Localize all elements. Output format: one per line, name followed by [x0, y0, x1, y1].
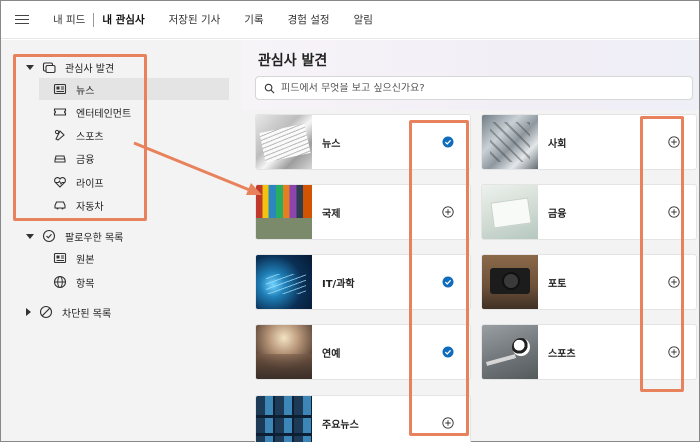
sidebar-group-label: 관심사 발견 [65, 63, 115, 75]
sidebar-item-sports[interactable]: 스포츠 [53, 124, 104, 146]
check-circle-icon [42, 229, 56, 243]
interest-card-news[interactable]: 뉴스 [255, 114, 471, 170]
top-navigation: 내 피드 내 관심사 저장된 기사 기록 경험 설정 알림 [1, 1, 699, 39]
followed-check-icon[interactable] [442, 136, 454, 148]
sidebar-item-news[interactable]: 뉴스 [39, 78, 229, 100]
sidebar-item-label: 금융 [76, 154, 95, 166]
ticket-icon [53, 105, 67, 119]
newspapers-thumbnail [256, 115, 312, 169]
interest-card-sports[interactable]: 스포츠 [481, 324, 697, 380]
interest-card-photo[interactable]: 포토 [481, 254, 697, 310]
sports-icon [53, 128, 67, 142]
sidebar-group-discover[interactable]: 관심사 발견 [26, 56, 114, 78]
interest-card-entertainment[interactable]: 연예 [255, 324, 471, 380]
card-label: 뉴스 [322, 138, 341, 150]
search-input[interactable] [281, 82, 661, 94]
interest-card-world[interactable]: 국제 [255, 184, 471, 240]
interest-card-finance[interactable]: 금융 [481, 184, 697, 240]
interest-card-top-news[interactable]: 주요뉴스 [255, 395, 471, 442]
main-panel: 관심사 발견 뉴스 국제 IT/과학 [241, 40, 699, 442]
add-circle-icon[interactable] [668, 346, 680, 358]
collapse-triangle-icon[interactable] [26, 233, 34, 239]
fiber-optics-thumbnail [256, 255, 312, 309]
interest-card-it-science[interactable]: IT/과학 [255, 254, 471, 310]
card-label: 연예 [322, 348, 341, 360]
sidebar-item-label: 스포츠 [76, 131, 104, 143]
card-label: IT/과학 [322, 278, 355, 290]
documents-thumbnail [482, 185, 538, 239]
add-circle-icon[interactable] [668, 276, 680, 288]
search-box[interactable] [255, 76, 693, 100]
sidebar-item-label: 뉴스 [76, 85, 95, 97]
car-finance-icon [53, 151, 67, 165]
tab-my-feed[interactable]: 내 피드 [41, 12, 97, 27]
heart-pulse-icon [53, 175, 67, 189]
sidebar-item-label: 원본 [76, 254, 95, 266]
sidebar-group-label: 차단된 목록 [62, 308, 112, 320]
add-circle-icon[interactable] [442, 206, 454, 218]
sidebar-group-label: 팔로우한 목록 [65, 232, 124, 244]
sidebar-item-finance[interactable]: 금융 [53, 147, 94, 169]
tab-experience-settings[interactable]: 경험 설정 [276, 12, 342, 27]
concert-thumbnail [256, 325, 312, 379]
tab-my-interests[interactable]: 내 관심사 [90, 12, 156, 27]
tab-notifications[interactable]: 알림 [342, 12, 385, 27]
card-label: 포토 [548, 278, 567, 290]
card-label: 사회 [548, 138, 567, 150]
followed-check-icon[interactable] [442, 276, 454, 288]
add-circle-icon[interactable] [442, 417, 454, 429]
camera-thumbnail [482, 255, 538, 309]
sidebar-item-label: 라이프 [76, 178, 104, 190]
add-circle-icon[interactable] [668, 206, 680, 218]
discover-icon [42, 60, 56, 74]
card-label: 주요뉴스 [322, 419, 359, 431]
car-icon [53, 198, 67, 212]
sidebar-item-life[interactable]: 라이프 [53, 171, 104, 193]
card-label: 스포츠 [548, 348, 576, 360]
sidebar-item-label: 항목 [76, 278, 95, 290]
collapse-triangle-icon[interactable] [26, 64, 34, 70]
sidebar-item-sources[interactable]: 원본 [53, 247, 94, 269]
interest-card-society[interactable]: 사회 [481, 114, 697, 170]
machinery-thumbnail [482, 115, 538, 169]
screens-thumbnail [256, 396, 312, 442]
soccer-ball-thumbnail [482, 325, 538, 379]
news-icon [53, 251, 67, 265]
sidebar-item-auto[interactable]: 자동차 [53, 194, 104, 216]
followed-check-icon[interactable] [442, 346, 454, 358]
card-label: 국제 [322, 208, 341, 220]
sidebar-group-following[interactable]: 팔로우한 목록 [26, 225, 123, 247]
sidebar: 관심사 발견 뉴스 엔터테인먼트 스포츠 금융 라이프 자동차 팔로우한 목록 … [1, 40, 241, 441]
hamburger-menu-icon[interactable] [15, 14, 29, 25]
sidebar-item-topics[interactable]: 항목 [53, 271, 94, 293]
sidebar-item-entertainment[interactable]: 엔터테인먼트 [53, 101, 131, 123]
expand-triangle-icon[interactable] [26, 308, 31, 316]
tab-saved-articles[interactable]: 저장된 기사 [157, 12, 233, 27]
page-title: 관심사 발견 [258, 53, 328, 69]
add-circle-icon[interactable] [668, 136, 680, 148]
sidebar-item-label: 엔터테인먼트 [76, 108, 132, 120]
globe-icon [53, 275, 67, 289]
news-icon [53, 82, 67, 96]
search-icon [264, 83, 275, 93]
tab-history[interactable]: 기록 [232, 12, 275, 27]
block-icon [39, 305, 53, 319]
sidebar-item-label: 자동차 [76, 201, 104, 213]
flags-thumbnail [256, 185, 312, 239]
card-label: 금융 [548, 208, 567, 220]
sidebar-group-blocked[interactable]: 차단된 목록 [26, 301, 111, 323]
